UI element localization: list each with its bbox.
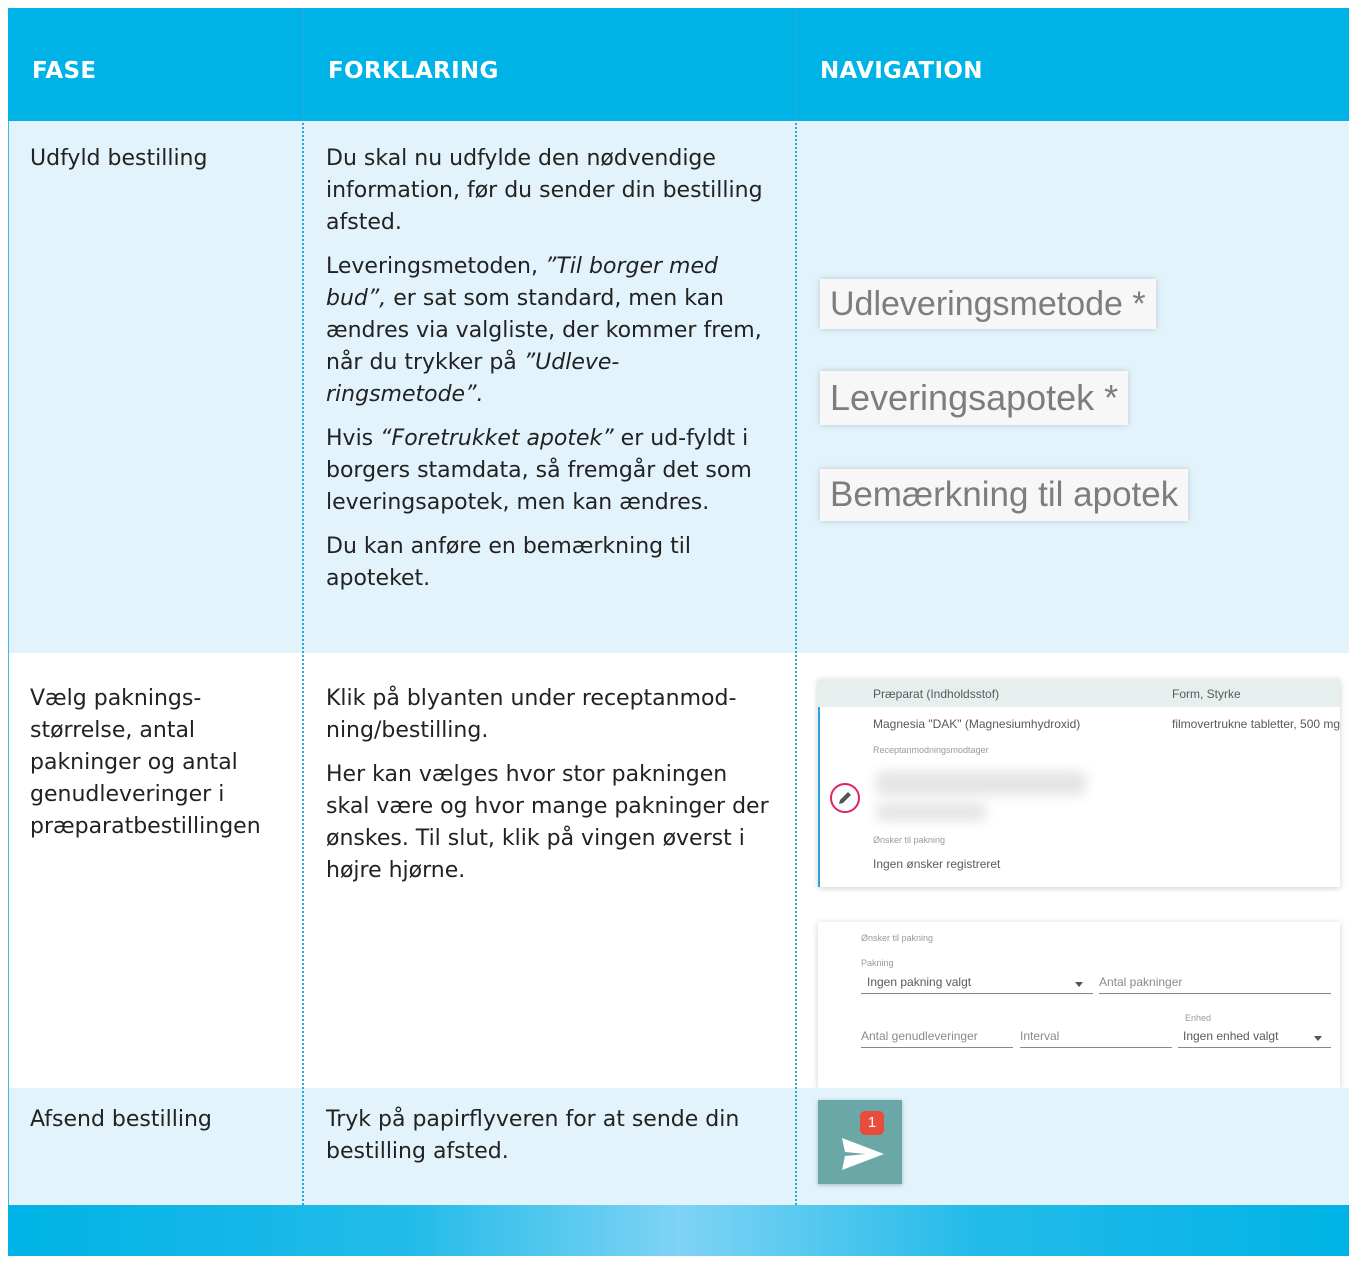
fase-label: Vælg paknings-størrelse, antal pakninger… [30,686,261,839]
blurred-recipient [876,803,986,821]
table-header: FASE FORKLARING NAVIGATION [8,8,1349,121]
fase-label: Afsend bestilling [30,1107,212,1132]
enhed-select[interactable]: Ingen enhed valgt [1183,1029,1278,1043]
edit-button[interactable] [830,783,860,813]
explanation-paragraph: Hvis “Foretrukket apotek” er ud-fyldt i … [326,426,752,515]
drug-form: filmovertrukne tabletter, 500 mg [1172,717,1341,731]
header-fase: FASE [32,58,97,84]
notification-badge: 1 [860,1111,884,1135]
pencil-icon [839,792,851,804]
antal-genudleveringer-input[interactable]: Antal genudleveringer [861,1029,978,1043]
fase-label: Udfyld bestilling [30,146,208,171]
explanation-paragraph: Tryk på papirflyveren for at sende din b… [326,1107,740,1164]
table-row-udfyld: Udfyld bestilling Du skal nu udfylde den… [8,121,1349,653]
header-forklaring: FORKLARING [328,58,499,84]
column-divider [302,8,304,1205]
explanation-paragraph: Klik på blyanten under receptanmod-ning/… [326,686,737,743]
chevron-down-icon [1314,1036,1322,1041]
pakning-label: Pakning [861,958,894,968]
header-navigation: NAVIGATION [820,58,983,84]
explanation-paragraph: Du kan anføre en bemærkning til apoteket… [326,534,691,591]
explanation-paragraph: Leveringsmetoden, ”Til borger med bud”, … [326,254,762,407]
blurred-recipient [876,771,1086,795]
column-praeparat: Præparat (Indholdsstof) [873,687,1000,701]
column-form-styrke: Form, Styrke [1172,687,1241,701]
pakning-select[interactable]: Ingen pakning valgt [867,975,971,989]
explanation-paragraph: Her kan vælges hvor stor pakningen skal … [326,762,769,883]
table-row-afsend: Afsend bestilling Tryk på papirflyveren … [8,1088,1349,1205]
packaging-form: Ønsker til pakning Pakning Ingen pakning… [818,922,1340,1088]
explanation-paragraph: Du skal nu udfylde den nødvendige inform… [326,146,763,235]
medication-card: Præparat (Indholdsstof) Form, Styrke Mag… [818,679,1340,887]
packaging-form-title: Ønsker til pakning [861,933,934,943]
wish-label: Ønsker til pakning [873,835,946,845]
leveringsapotek-field[interactable]: Leveringsapotek * [820,371,1129,425]
send-order-button[interactable]: 1 [818,1100,902,1184]
explanation: Du skal nu udfylde den nødvendige inform… [326,143,766,607]
instruction-table: FASE FORKLARING NAVIGATION Udfyld bestil… [8,8,1349,1256]
explanation: Klik på blyanten under receptanmod-ning/… [326,683,774,899]
table-row-pakning: Vælg paknings-størrelse, antal pakninger… [8,653,1349,1088]
drug-name: Magnesia "DAK" (Magnesiumhydroxid) [873,717,1081,731]
udleveringsmetode-field[interactable]: Udleveringsmetode * [820,279,1156,329]
antal-pakninger-input[interactable]: Antal pakninger [1099,975,1182,989]
column-divider [795,8,797,1205]
explanation: Tryk på papirflyveren for at sende din b… [326,1104,774,1180]
recipient-label: Receptanmodningsmodtager [873,745,989,755]
bemaerkning-field[interactable]: Bemærkning til apotek [820,469,1189,521]
chevron-down-icon [1075,982,1083,987]
interval-input[interactable]: Interval [1020,1029,1059,1043]
enhed-label: Enhed [1185,1013,1212,1023]
table-edge [8,121,9,1205]
footer-bar [8,1205,1349,1256]
wish-value: Ingen ønsker registreret [873,857,1001,871]
